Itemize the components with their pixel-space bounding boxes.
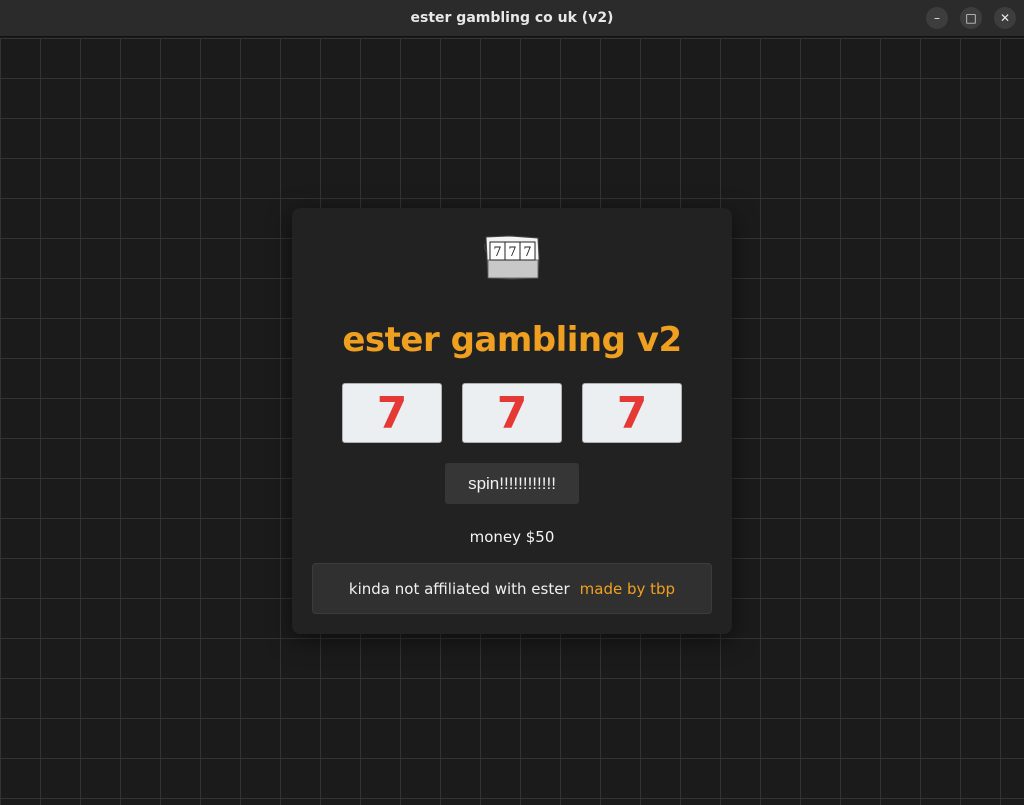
author-link[interactable]: made by tbp — [580, 580, 675, 598]
title-bar: ester gambling co uk (v2) – □ ✕ — [0, 0, 1024, 37]
footer-bar: kinda not affiliated with ester made by … — [312, 563, 712, 614]
window-controls: – □ ✕ — [926, 7, 1016, 29]
spin-button[interactable]: spin!!!!!!!!!!!! — [445, 463, 579, 504]
slot-machine-icon: 7 7 7 — [484, 235, 540, 280]
disclaimer-text: kinda not affiliated with ester — [348, 579, 570, 598]
logo-digit: 7 — [508, 245, 516, 260]
slot-reels: 7 7 7 — [342, 383, 682, 443]
maximize-icon: □ — [965, 11, 977, 25]
minimize-icon: – — [934, 11, 940, 25]
maximize-button[interactable]: □ — [960, 7, 982, 29]
reel-3: 7 — [582, 383, 682, 443]
game-card: 7 7 7 ester gambling v2 7 7 7 spin!!!!!!… — [292, 208, 732, 634]
logo-digit: 7 — [523, 245, 531, 260]
close-icon: ✕ — [999, 11, 1011, 25]
money-balance: money $50 — [469, 528, 555, 546]
minimize-button[interactable]: – — [926, 7, 948, 29]
app-canvas: 7 7 7 ester gambling v2 7 7 7 spin!!!!!!… — [0, 38, 1024, 805]
close-button[interactable]: ✕ — [994, 7, 1016, 29]
reel-1: 7 — [342, 383, 442, 443]
app-title: ester gambling v2 — [342, 320, 682, 360]
window-title: ester gambling co uk (v2) — [410, 10, 614, 26]
reel-2: 7 — [462, 383, 562, 443]
logo-digit: 7 — [493, 245, 501, 260]
